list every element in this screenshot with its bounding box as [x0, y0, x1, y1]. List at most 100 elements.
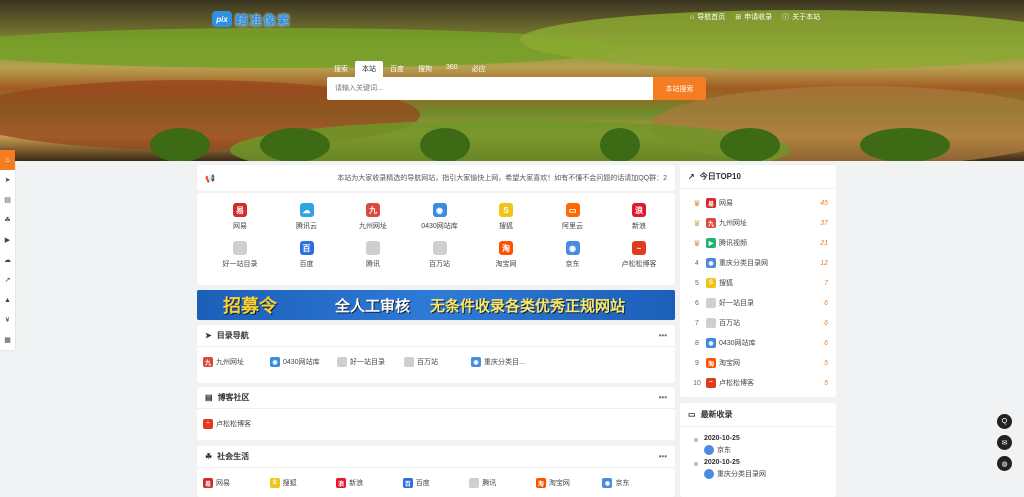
site-icon — [233, 241, 247, 255]
nav-home[interactable]: ⌂ 导航首页 — [690, 12, 725, 22]
site-name: 百度 — [299, 261, 314, 268]
document-icon[interactable]: ▤ — [0, 190, 15, 210]
yen-icon[interactable]: ¥ — [0, 310, 15, 330]
video-icon[interactable]: ▶ — [0, 230, 15, 250]
grid-icon[interactable]: ▦ — [0, 330, 15, 350]
site-name: 网易 — [233, 223, 247, 230]
site-link[interactable]: 浪新浪 — [336, 478, 403, 488]
latest-item[interactable]: 2020-10-25 京东 — [694, 435, 828, 455]
top10-row[interactable]: 4 ◉ 重庆分类目录网 12 — [680, 253, 836, 273]
banner-text-1: 全人工审核 — [335, 297, 411, 315]
users-icon[interactable]: ☘ — [0, 210, 15, 230]
latest-site-name: 重庆分类目录网 — [717, 471, 766, 478]
top10-name: 网易 — [719, 200, 733, 207]
top10-row[interactable]: 5 S 搜狐 7 — [680, 273, 836, 293]
top10-row[interactable]: ♛ ▶ 腾讯视频 21 — [680, 233, 836, 253]
megaphone-icon: 📢 — [205, 173, 215, 183]
site-card[interactable]: 好一站目录 — [207, 241, 273, 269]
site-link[interactable]: S 搜狐 — [269, 478, 337, 488]
site-link[interactable]: ◉ 0430网站库 — [270, 357, 337, 367]
search-tab[interactable]: 必应 — [465, 61, 493, 77]
top10-count: 7 — [824, 279, 828, 287]
rank-number: 7 — [695, 319, 699, 327]
site-link[interactable]: 百万站 — [404, 357, 471, 367]
site-link[interactable]: ~ 卢松松博客 — [203, 419, 270, 429]
site-link[interactable]: 淘淘宝网 — [535, 478, 603, 488]
site-link[interactable]: ◉ 重庆分类目... — [471, 357, 538, 367]
site-icon: 淘 — [706, 358, 716, 368]
nav-apply[interactable]: ⊞ 申请收录 — [735, 12, 772, 22]
site-link[interactable]: 易网易 — [203, 478, 270, 488]
site-card[interactable]: 百万站 — [407, 241, 473, 269]
nav-about[interactable]: ⓘ 关于本站 — [782, 12, 820, 22]
wechat-icon[interactable]: ◍ — [997, 456, 1012, 471]
section-title: 目录导航 — [216, 331, 249, 340]
qq-icon[interactable]: Q — [997, 414, 1012, 429]
logo-badge: pix — [212, 11, 232, 27]
site-icon: 浪 — [336, 478, 347, 488]
latest-item[interactable]: 2020-10-25 重庆分类目录网 — [694, 459, 828, 479]
site-name: 0430网站库 — [421, 223, 458, 230]
more-icon[interactable]: ••• — [659, 331, 667, 340]
site-logo[interactable]: pix 精准像素 — [212, 9, 291, 29]
top10-row[interactable]: 7 百万站 6 — [680, 313, 836, 333]
site-card[interactable]: S 搜狐 — [473, 203, 539, 231]
rank-number: 9 — [695, 359, 699, 367]
more-icon[interactable]: ••• — [659, 393, 667, 402]
search-tab[interactable]: 搜狗 — [411, 61, 439, 77]
recruit-banner[interactable]: 招募令 全人工审核 无条件收录各类优秀正规网站 — [197, 290, 675, 320]
top10-count: 6 — [824, 339, 828, 347]
site-link[interactable]: 百百度 — [402, 478, 470, 488]
site-link-label: 好一站目录 — [350, 359, 385, 366]
site-card[interactable]: 百百度 — [274, 241, 340, 269]
site-link[interactable]: 腾讯 — [469, 478, 536, 488]
site-icon: 淘 — [535, 478, 546, 488]
section-links: 九九州网址 ◉ 0430网站库 好一站目录 百万站 ◉ 重庆分类目... — [197, 347, 675, 377]
notice-bar: 📢 本站为大家收录精选的导航网站，指引大家愉快上网，希望大家喜欢！如有不懂不会问… — [197, 165, 675, 191]
graduation-icon[interactable]: ▲ — [0, 290, 15, 310]
top10-row[interactable]: 6 好一站目录 6 — [680, 293, 836, 313]
paper-plane-icon[interactable]: ➤ — [0, 170, 15, 190]
site-link[interactable]: ◉ 京东 — [602, 478, 669, 488]
more-icon[interactable]: ••• — [659, 452, 667, 461]
site-card[interactable]: ☁ 腾讯云 — [274, 203, 340, 231]
search-tab[interactable]: 百度 — [383, 61, 411, 77]
banner-text-2: 无条件收录各类优秀正规网站 — [430, 297, 626, 315]
top10-row[interactable]: 8 ◉ 0430网站库 6 — [680, 333, 836, 353]
site-icon — [432, 241, 447, 255]
site-card[interactable]: ▭ 阿里云 — [540, 203, 606, 231]
site-card[interactable]: 易网易 — [207, 203, 273, 231]
top10-row[interactable]: ♛ 九九州网址 37 — [680, 213, 836, 233]
search-input[interactable] — [327, 77, 653, 100]
fire-icon[interactable]: ♨ — [0, 150, 15, 170]
search-tab[interactable]: 本站 — [355, 61, 383, 77]
site-link[interactable]: 九九州网址 — [203, 357, 270, 367]
chart-icon[interactable]: ↗ — [0, 270, 15, 290]
site-icon — [704, 445, 714, 455]
site-card[interactable]: 九九州网址 — [340, 203, 406, 231]
top10-row[interactable]: 10 ~ 卢松松博客 5 — [680, 373, 836, 393]
top10-count: 45 — [820, 199, 828, 207]
site-card[interactable]: ~ 卢松松博客 — [606, 241, 672, 269]
latest-site: 重庆分类目录网 — [704, 469, 828, 479]
site-card[interactable]: 腾讯 — [340, 241, 406, 269]
site-card[interactable]: ◉ 京东 — [540, 241, 606, 269]
search-button[interactable]: 本站搜索 — [653, 77, 706, 100]
banner-title: 招募令 — [223, 296, 277, 316]
site-card[interactable]: 淘淘宝网 — [473, 241, 539, 269]
top10-title: 今日TOP10 — [699, 172, 741, 181]
site-link-label: 淘宝网 — [548, 480, 570, 487]
home-icon: ⌂ — [690, 13, 695, 21]
mail-icon[interactable]: ✉ — [997, 435, 1012, 450]
top10-panel: ↗ 今日TOP10 ♛ 易网易 45 ♛ 九九州网址 37 ♛ ▶ 腾讯视频 21 4 ◉ 重庆分类目录… — [680, 165, 836, 397]
site-card[interactable]: 浪新浪 — [606, 203, 672, 231]
top10-row[interactable]: ♛ 易网易 45 — [680, 193, 836, 213]
top10-count: 37 — [820, 219, 828, 227]
cloud-icon[interactable]: ☁ — [0, 250, 15, 270]
site-name: 卢松松博客 — [621, 261, 657, 268]
search-tab[interactable]: 360 — [439, 61, 465, 77]
top10-row[interactable]: 9 淘淘宝网 5 — [680, 353, 836, 373]
site-link[interactable]: 好一站目录 — [337, 357, 404, 367]
search-tab[interactable]: 搜索 — [327, 61, 355, 77]
site-card[interactable]: ◉ 0430网站库 — [407, 203, 473, 231]
